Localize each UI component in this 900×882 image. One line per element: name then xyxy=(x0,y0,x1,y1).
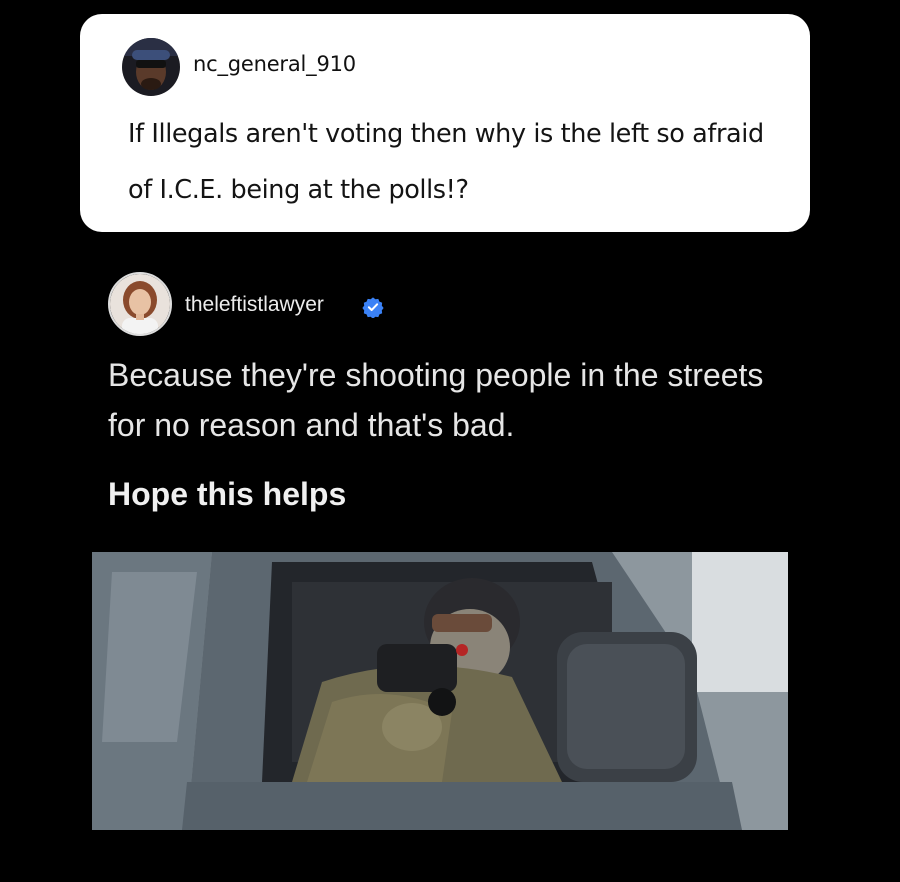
reply-photo[interactable] xyxy=(92,552,788,830)
avatar-image xyxy=(110,274,170,334)
quoted-username[interactable]: nc_general_910 xyxy=(193,52,356,76)
reply-text: Because they're shooting people in the s… xyxy=(108,357,764,443)
avatar[interactable] xyxy=(108,272,172,336)
photo-image xyxy=(92,552,788,830)
verified-badge-icon xyxy=(362,297,384,318)
avatar-image xyxy=(122,38,180,96)
reply-closing: Hope this helps xyxy=(108,476,347,512)
quoted-post-card: nc_general_910 If Illegals aren't voting… xyxy=(80,14,810,232)
quoted-post-text: If Illegals aren't voting then why is th… xyxy=(128,119,764,205)
avatar[interactable] xyxy=(122,38,180,96)
reply-username[interactable]: theleftistlawyer xyxy=(185,293,324,317)
